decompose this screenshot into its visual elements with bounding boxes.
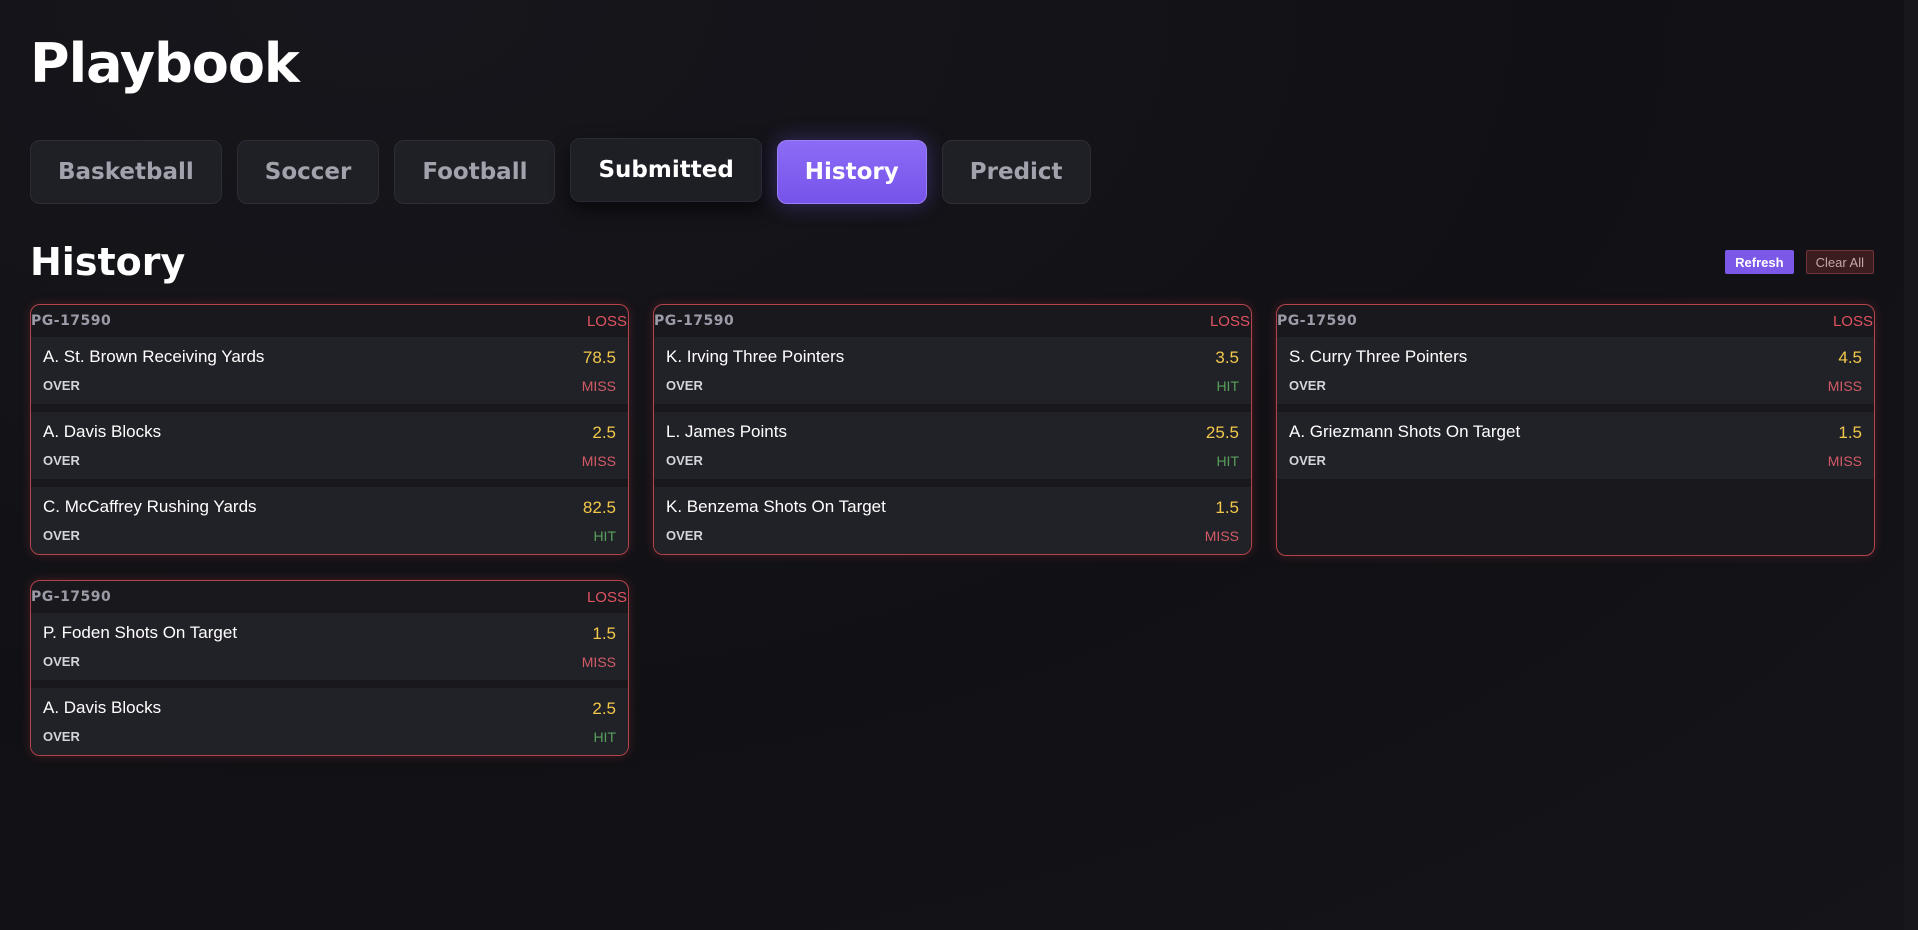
leg-name: K. Benzema Shots On Target bbox=[666, 497, 886, 516]
ticket-leg: K. Irving Three Pointers 3.5 OVER HIT bbox=[654, 337, 1251, 404]
leg-name: A. St. Brown Receiving Yards bbox=[43, 347, 265, 366]
ticket-leg: C. McCaffrey Rushing Yards 82.5 OVER HIT bbox=[31, 487, 628, 554]
leg-line: 2.5 bbox=[592, 699, 616, 718]
ticket-header: PG-17590 LOSS bbox=[1277, 305, 1874, 337]
tab-soccer[interactable]: Soccer bbox=[236, 140, 380, 204]
ticket-result: LOSS bbox=[586, 588, 627, 606]
leg-direction: OVER bbox=[43, 729, 80, 744]
leg-name: P. Foden Shots On Target bbox=[43, 623, 238, 642]
leg-outcome: HIT bbox=[593, 729, 616, 745]
leg-line: 1.5 bbox=[1215, 498, 1239, 517]
leg-direction: OVER bbox=[43, 654, 80, 669]
leg-direction: OVER bbox=[43, 378, 80, 393]
leg-outcome: HIT bbox=[593, 528, 616, 544]
ticket-id: PG-17590 bbox=[654, 313, 735, 329]
ticket-leg: K. Benzema Shots On Target 1.5 OVER MISS bbox=[654, 487, 1251, 554]
leg-direction: OVER bbox=[666, 453, 703, 468]
ticket-leg: L. James Points 25.5 OVER HIT bbox=[654, 412, 1251, 479]
sport-tabs: Basketball Soccer Football Submitted His… bbox=[30, 138, 1091, 204]
history-actions: Refresh Clear All bbox=[1725, 250, 1874, 274]
ticket-card: PG-17590 LOSS A. St. Brown Receiving Yar… bbox=[30, 304, 629, 555]
clear-all-button[interactable]: Clear All bbox=[1805, 250, 1874, 274]
leg-line: 4.5 bbox=[1838, 348, 1862, 367]
leg-name: C. McCaffrey Rushing Yards bbox=[43, 497, 257, 516]
leg-name: K. Irving Three Pointers bbox=[666, 347, 845, 366]
leg-outcome: MISS bbox=[1204, 528, 1239, 544]
tab-basketball[interactable]: Basketball bbox=[30, 140, 222, 204]
ticket-leg: P. Foden Shots On Target 1.5 OVER MISS bbox=[31, 613, 628, 680]
leg-line: 82.5 bbox=[582, 498, 616, 517]
leg-direction: OVER bbox=[43, 528, 80, 543]
tab-history[interactable]: History bbox=[776, 140, 927, 204]
ticket-id: PG-17590 bbox=[31, 313, 112, 329]
ticket-header: PG-17590 LOSS bbox=[654, 305, 1251, 337]
ticket-leg: A. Davis Blocks 2.5 OVER MISS bbox=[31, 412, 628, 479]
leg-outcome: HIT bbox=[1216, 378, 1239, 394]
leg-outcome: MISS bbox=[581, 378, 616, 394]
leg-line: 1.5 bbox=[592, 624, 616, 643]
leg-outcome: MISS bbox=[581, 453, 616, 469]
leg-line: 1.5 bbox=[1838, 423, 1862, 442]
tab-submitted[interactable]: Submitted bbox=[570, 138, 762, 202]
ticket-header: PG-17590 LOSS bbox=[31, 581, 628, 613]
scrollbar-track[interactable] bbox=[1904, 0, 1918, 930]
ticket-card: PG-17590 LOSS S. Curry Three Pointers 4.… bbox=[1276, 304, 1875, 556]
leg-line: 78.5 bbox=[582, 348, 616, 367]
leg-direction: OVER bbox=[43, 453, 80, 468]
leg-line: 3.5 bbox=[1215, 348, 1239, 367]
ticket-card: PG-17590 LOSS K. Irving Three Pointers 3… bbox=[653, 304, 1252, 555]
app-title: Playbook bbox=[30, 32, 300, 95]
ticket-leg: A. Griezmann Shots On Target 1.5 OVER MI… bbox=[1277, 412, 1874, 479]
leg-direction: OVER bbox=[666, 378, 703, 393]
leg-direction: OVER bbox=[1289, 453, 1326, 468]
leg-name: A. Griezmann Shots On Target bbox=[1289, 422, 1521, 441]
leg-direction: OVER bbox=[1289, 378, 1326, 393]
history-grid: PG-17590 LOSS A. St. Brown Receiving Yar… bbox=[30, 304, 1875, 756]
ticket-leg: A. St. Brown Receiving Yards 78.5 OVER M… bbox=[31, 337, 628, 404]
leg-outcome: MISS bbox=[1827, 453, 1862, 469]
page: Playbook Basketball Soccer Football Subm… bbox=[0, 0, 1918, 930]
leg-outcome: MISS bbox=[581, 654, 616, 670]
leg-line: 2.5 bbox=[592, 423, 616, 442]
leg-outcome: HIT bbox=[1216, 453, 1239, 469]
ticket-leg: A. Davis Blocks 2.5 OVER HIT bbox=[31, 688, 628, 755]
ticket-id: PG-17590 bbox=[31, 589, 112, 605]
section-title: History bbox=[30, 240, 186, 284]
ticket-result: LOSS bbox=[586, 312, 627, 330]
tab-football[interactable]: Football bbox=[394, 140, 556, 204]
ticket-card: PG-17590 LOSS P. Foden Shots On Target 1… bbox=[30, 580, 629, 756]
leg-outcome: MISS bbox=[1827, 378, 1862, 394]
leg-line: 25.5 bbox=[1205, 423, 1239, 442]
leg-name: L. James Points bbox=[666, 422, 787, 441]
ticket-result: LOSS bbox=[1832, 312, 1873, 330]
ticket-leg: S. Curry Three Pointers 4.5 OVER MISS bbox=[1277, 337, 1874, 404]
ticket-result: LOSS bbox=[1209, 312, 1250, 330]
leg-name: S. Curry Three Pointers bbox=[1289, 347, 1468, 366]
ticket-header: PG-17590 LOSS bbox=[31, 305, 628, 337]
leg-name: A. Davis Blocks bbox=[43, 698, 162, 717]
tab-predict[interactable]: Predict bbox=[941, 140, 1091, 204]
leg-direction: OVER bbox=[666, 528, 703, 543]
leg-name: A. Davis Blocks bbox=[43, 422, 162, 441]
ticket-id: PG-17590 bbox=[1277, 313, 1358, 329]
refresh-button[interactable]: Refresh bbox=[1725, 250, 1794, 274]
